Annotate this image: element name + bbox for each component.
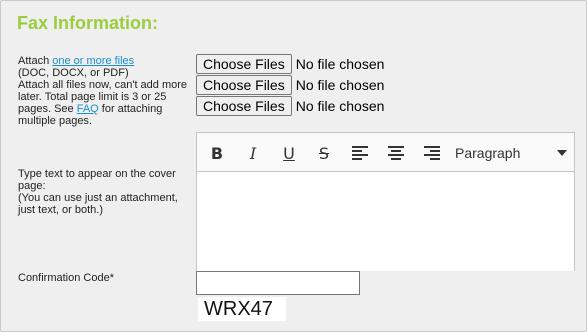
attach-prefix: Attach (18, 55, 53, 67)
paragraph-select-label: Paragraph (455, 145, 521, 161)
fax-information-panel: Fax Information: Attach one or more file… (0, 0, 587, 332)
align-right-icon[interactable] (420, 141, 444, 165)
confirmation-code-input[interactable] (196, 271, 360, 295)
captcha-image: WRX47 (198, 297, 286, 321)
cover-text-area[interactable] (197, 172, 574, 271)
align-center-icon[interactable] (384, 141, 408, 165)
align-left-icon-glyph (352, 146, 368, 160)
one-or-more-files-link[interactable]: one or more files (52, 55, 134, 67)
underline-icon[interactable]: U (277, 141, 301, 165)
cover-page-label: Type text to appear on the cover page: (… (18, 168, 196, 216)
align-left-icon[interactable] (348, 141, 372, 165)
cover-label-hint: (You can use just an attachment, just te… (18, 192, 178, 216)
choose-files-button[interactable]: Choose Files (196, 75, 292, 95)
choose-files-button[interactable]: Choose Files (196, 96, 292, 116)
bold-icon[interactable]: B (205, 141, 229, 165)
attach-instructions: Attach one or more files (DOC, DOCX, or … (18, 55, 196, 127)
cover-label-main: Type text to appear on the cover page: (18, 168, 176, 192)
file-status: No file chosen (295, 56, 385, 72)
file-status: No file chosen (295, 98, 385, 114)
italic-icon[interactable]: I (241, 141, 265, 165)
faq-link[interactable]: FAQ (77, 103, 99, 115)
align-right-icon-glyph (424, 146, 440, 160)
file-input-3: Choose Files No file chosen (196, 96, 384, 116)
file-input-1: Choose Files No file chosen (196, 54, 384, 74)
confirmation-code-label: Confirmation Code* (18, 272, 114, 284)
paragraph-format-select[interactable]: Paragraph (455, 141, 567, 165)
file-status: No file chosen (295, 77, 385, 93)
dropdown-caret-icon (557, 150, 567, 156)
strikethrough-icon[interactable]: S (312, 141, 336, 165)
section-title: Fax Information: (17, 13, 159, 33)
attach-formats: (DOC, DOCX, or PDF) (18, 67, 129, 79)
file-input-2: Choose Files No file chosen (196, 75, 384, 95)
align-center-icon-glyph (388, 146, 404, 160)
editor-toolbar: B I U S Paragraph (197, 133, 574, 172)
choose-files-button[interactable]: Choose Files (196, 54, 292, 74)
cover-text-editor: B I U S Paragraph (196, 132, 575, 271)
